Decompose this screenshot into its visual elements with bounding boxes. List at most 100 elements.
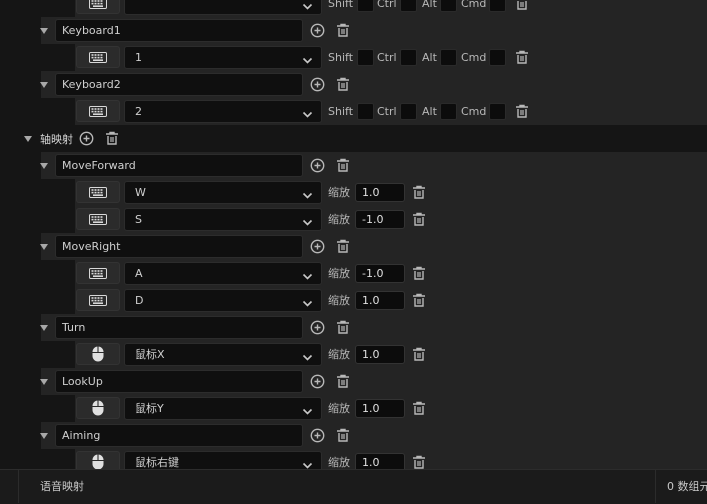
collapse-arrow-icon[interactable] [40,325,48,331]
mapping-header-row: MoveForward [18,152,707,179]
input-device-selector[interactable] [76,0,120,14]
keyboard-icon [89,0,107,9]
collapse-arrow-icon[interactable] [40,28,48,34]
keyboard-icon [89,51,107,63]
input-device-selector[interactable] [76,208,120,230]
axis-binding-row: W 缩放 1.0 [18,179,707,206]
delete-binding-icon[interactable] [409,263,429,283]
collapse-arrow-icon[interactable] [40,433,48,439]
delete-mapping-icon[interactable] [333,74,353,94]
delete-mapping-icon[interactable] [333,20,353,40]
collapse-arrow-icon[interactable] [40,244,48,250]
mapping-name-field[interactable]: Aiming [55,424,303,447]
modifier-checkbox[interactable] [400,49,417,66]
key-selector[interactable]: W [124,181,322,204]
delete-binding-icon[interactable] [512,47,532,67]
modifier-checkbox[interactable] [440,49,457,66]
footer-divider-left [18,469,19,503]
key-value: 鼠标右键 [135,456,179,469]
input-device-selector[interactable] [76,343,120,365]
collapse-arrow-icon[interactable] [40,379,48,385]
scale-input[interactable]: 1.0 [355,345,405,364]
input-device-selector[interactable] [76,100,120,122]
modifier-label: Ctrl [377,51,397,64]
modifier-label: Alt [422,105,437,118]
modifier-checkbox[interactable] [400,0,417,12]
modifier-checkbox[interactable] [489,49,506,66]
add-binding-icon[interactable] [307,371,327,391]
key-selector[interactable]: 2 [124,100,322,123]
scale-value: -1.0 [362,267,384,280]
mapping-header-row: LookUp [18,368,707,395]
axis-binding-row: A 缩放 -1.0 [18,260,707,287]
axis-binding-row: D 缩放 1.0 [18,287,707,314]
array-count-label: 0 数组元 [667,480,707,493]
key-value: 鼠标Y [135,402,164,415]
action-binding-row: 1 Shift Ctrl Alt Cmd [18,44,707,71]
add-binding-icon[interactable] [307,236,327,256]
keyboard-icon [89,186,107,198]
delete-mapping-icon[interactable] [333,236,353,256]
key-selector[interactable]: D [124,289,322,312]
chevron-down-icon [302,349,313,370]
modifier-label: Alt [422,0,437,10]
key-selector[interactable]: S [124,208,322,231]
input-device-selector[interactable] [76,397,120,419]
key-selector[interactable]: 1 [124,46,322,69]
scale-input[interactable]: 1.0 [355,183,405,202]
input-device-selector[interactable] [76,46,120,68]
modifier-checkbox[interactable] [489,0,506,12]
add-binding-icon[interactable] [307,20,327,40]
delete-mapping-icon[interactable] [333,425,353,445]
modifier-checkbox[interactable] [440,103,457,120]
key-selector[interactable]: 鼠标Y [124,397,322,420]
mapping-name-field[interactable]: MoveForward [55,154,303,177]
key-selector[interactable] [124,0,322,15]
scale-input[interactable]: 1.0 [355,291,405,310]
mapping-name-field[interactable]: MoveRight [55,235,303,258]
collapse-arrow-icon[interactable] [24,136,32,142]
add-binding-icon[interactable] [307,155,327,175]
mapping-name-field[interactable]: Keyboard1 [55,19,303,42]
delete-binding-icon[interactable] [409,344,429,364]
modifier-label: Cmd [461,105,487,118]
add-axis-mapping-icon[interactable] [76,128,96,148]
delete-all-axis-icon[interactable] [102,128,122,148]
delete-mapping-icon[interactable] [333,317,353,337]
delete-binding-icon[interactable] [409,290,429,310]
modifier-checkbox[interactable] [357,103,374,120]
voice-mapping-label: 语音映射 [40,480,84,493]
modifier-checkbox[interactable] [357,0,374,12]
input-device-selector[interactable] [76,181,120,203]
mapping-name-field[interactable]: Turn [55,316,303,339]
modifier-checkbox[interactable] [357,49,374,66]
modifier-checkbox[interactable] [489,103,506,120]
add-binding-icon[interactable] [307,425,327,445]
scale-label: 缩放 [328,186,350,199]
add-binding-icon[interactable] [307,74,327,94]
delete-binding-icon[interactable] [409,398,429,418]
chevron-down-icon [302,403,313,424]
delete-mapping-icon[interactable] [333,371,353,391]
scale-input[interactable]: -1.0 [355,210,405,229]
mapping-name-field[interactable]: LookUp [55,370,303,393]
delete-binding-icon[interactable] [512,0,532,13]
mapping-name-field[interactable]: Keyboard2 [55,73,303,96]
key-selector[interactable]: A [124,262,322,285]
input-device-selector[interactable] [76,289,120,311]
scale-input[interactable]: 1.0 [355,399,405,418]
modifier-checkbox[interactable] [440,0,457,12]
scale-input[interactable]: -1.0 [355,264,405,283]
delete-mapping-icon[interactable] [333,155,353,175]
delete-binding-icon[interactable] [409,182,429,202]
scale-value: -1.0 [362,213,384,226]
collapse-arrow-icon[interactable] [40,82,48,88]
modifier-checkbox[interactable] [400,103,417,120]
keyboard-icon [89,213,107,225]
delete-binding-icon[interactable] [409,209,429,229]
key-selector[interactable]: 鼠标X [124,343,322,366]
delete-binding-icon[interactable] [512,101,532,121]
input-device-selector[interactable] [76,262,120,284]
collapse-arrow-icon[interactable] [40,163,48,169]
add-binding-icon[interactable] [307,317,327,337]
